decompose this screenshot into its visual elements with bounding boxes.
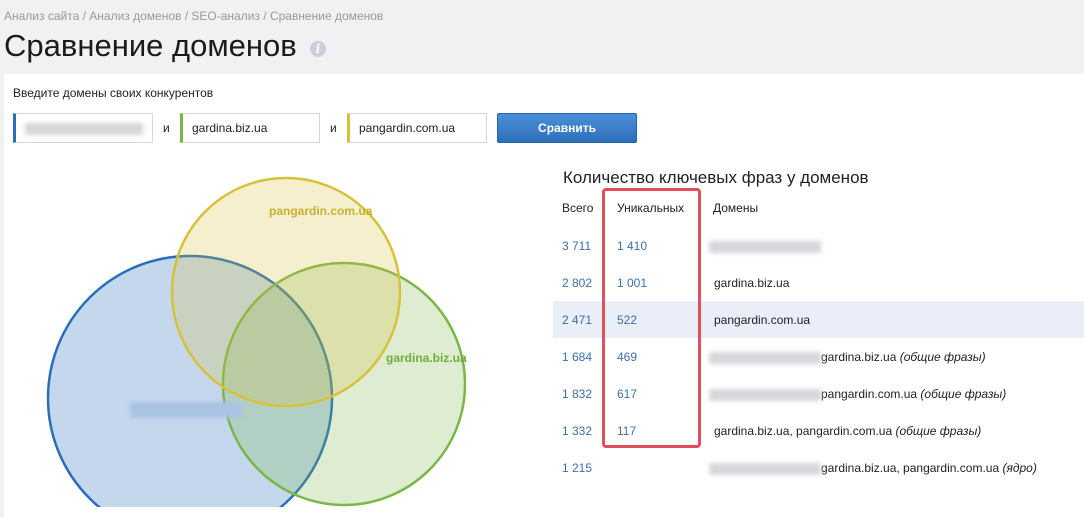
row-domains: gardina.biz.ua, pangardin.com.ua (общие … — [714, 424, 981, 438]
page-title: Сравнение доменов — [4, 28, 297, 63]
compare-button[interactable]: Сравнить — [497, 113, 637, 143]
row-domains — [709, 239, 821, 253]
row-domains: gardina.biz.ua (общие фразы) — [709, 350, 986, 364]
table-row: 1 215 gardina.biz.ua, pangardin.com.ua (… — [553, 449, 1084, 486]
unique-column-highlight — [602, 188, 701, 448]
breadcrumb: Анализ сайта / Анализ доменов / SEO-анал… — [4, 9, 383, 23]
venn-label-green: gardina.biz.ua — [386, 351, 467, 365]
row-domains: pangardin.com.ua (общие фразы) — [709, 387, 1006, 401]
comparison-panel: Введите домены своих конкурентов и gardi… — [4, 74, 1084, 517]
col-header-total[interactable]: Всего — [562, 201, 593, 215]
breadcrumb-separator: / — [181, 9, 192, 23]
row-note: (ядро) — [1002, 461, 1037, 475]
venn-diagram: pangardin.com.ua gardina.biz.ua — [46, 176, 467, 507]
breadcrumb-item-current: Сравнение доменов — [269, 9, 384, 23]
info-icon[interactable]: i — [310, 41, 326, 57]
row-note: (общие фразы) — [899, 350, 986, 364]
breadcrumb-separator: / — [259, 9, 270, 23]
and-label: и — [330, 121, 337, 135]
breadcrumb-item-site-analysis[interactable]: Анализ сайта — [4, 9, 79, 23]
row-total[interactable]: 1 332 — [562, 424, 592, 438]
row-domains: pangardin.com.ua — [714, 313, 811, 327]
domain-input-2[interactable]: gardina.biz.ua — [180, 113, 320, 143]
venn-label-yellow: pangardin.com.ua — [269, 204, 373, 218]
row-domain-list: gardina.biz.ua — [821, 350, 897, 364]
row-domain-list: gardina.biz.ua, pangardin.com.ua — [821, 461, 1000, 475]
row-total[interactable]: 1 684 — [562, 350, 592, 364]
blurred-domain — [709, 462, 821, 475]
venn-label-blue-blurred — [130, 402, 242, 418]
row-note: (общие фразы) — [895, 424, 982, 438]
breadcrumb-separator: / — [79, 9, 90, 23]
table-title: Количество ключевых фраз у доменов — [563, 168, 869, 187]
col-header-domains: Домены — [713, 201, 759, 215]
row-total[interactable]: 1 215 — [562, 461, 592, 475]
blurred-domain — [25, 122, 143, 135]
row-domains: gardina.biz.ua — [714, 276, 790, 290]
row-domain-list: gardina.biz.ua, pangardin.com.ua — [714, 424, 893, 438]
blurred-domain — [709, 240, 821, 253]
row-note: (общие фразы) — [920, 387, 1007, 401]
breadcrumb-item-domain-analysis[interactable]: Анализ доменов — [89, 9, 181, 23]
row-total[interactable]: 2 471 — [562, 313, 592, 327]
domain-input-3[interactable]: pangardin.com.ua — [347, 113, 487, 143]
row-total[interactable]: 3 711 — [562, 239, 591, 253]
and-label: и — [163, 121, 170, 135]
row-total[interactable]: 1 832 — [562, 387, 592, 401]
competitors-label: Введите домены своих конкурентов — [13, 86, 214, 100]
row-domain-list: pangardin.com.ua — [821, 387, 918, 401]
domain-input-1[interactable] — [13, 113, 153, 143]
blurred-domain — [709, 388, 821, 401]
row-domains: gardina.biz.ua, pangardin.com.ua (ядро) — [709, 461, 1037, 475]
breadcrumb-item-seo-analysis[interactable]: SEO-анализ — [191, 9, 260, 23]
row-total[interactable]: 2 802 — [562, 276, 592, 290]
blurred-domain — [709, 351, 821, 364]
